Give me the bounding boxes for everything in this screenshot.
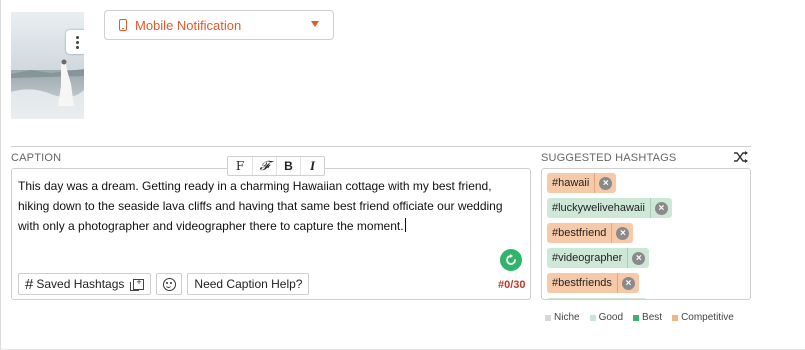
- phone-icon: [119, 19, 127, 31]
- caption-heading: CAPTION: [11, 152, 62, 164]
- suggested-hashtags-heading: SUGGESTED HASHTAGS: [541, 152, 677, 164]
- legend-swatch: [633, 314, 640, 321]
- format-italic-button[interactable]: I: [300, 157, 324, 175]
- legend-label: Good: [598, 312, 624, 323]
- post-thumbnail[interactable]: [11, 12, 84, 119]
- legend-swatch: [545, 314, 551, 321]
- legend-label: Best: [642, 312, 663, 323]
- caption-toolbar: # Saved Hashtags Need Caption Help?: [18, 273, 310, 295]
- hashtag-legend: Niche Good Best Competitive: [545, 312, 734, 323]
- remove-hashtag-button[interactable]: ×: [594, 173, 616, 193]
- legend-item-best: Best: [633, 312, 662, 323]
- hashtag-label: #videographer: [552, 252, 623, 264]
- close-icon: ×: [599, 176, 613, 190]
- hashtag-chip[interactable]: #bestfriend ×: [547, 223, 634, 243]
- legend-label: Competitive: [681, 312, 734, 323]
- remove-hashtag-button[interactable]: ×: [627, 248, 649, 268]
- hashtag-counter: #0/30: [498, 279, 526, 291]
- hashtag-label: #bestfriend: [552, 227, 607, 239]
- saved-hashtags-button[interactable]: # Saved Hashtags: [18, 273, 152, 295]
- menu-dot-icon: [75, 35, 79, 39]
- remove-hashtag-button[interactable]: ×: [611, 223, 633, 243]
- hashtag-label: #bestfriends: [552, 277, 612, 289]
- hashtag-label: #luckywelivehawaii: [552, 202, 645, 214]
- refresh-icon: [506, 254, 516, 265]
- legend-label: Niche: [554, 312, 580, 323]
- panel-left-border: [0, 0, 1, 350]
- close-icon: ×: [621, 276, 635, 290]
- shuffle-icon[interactable]: [733, 150, 749, 164]
- format-script-button[interactable]: 𝓕: [252, 157, 276, 175]
- smiley-icon: [162, 277, 176, 291]
- hashtag-chip[interactable]: #bestfriends ×: [547, 273, 639, 293]
- hashtag-chip[interactable]: #videographer ×: [547, 248, 650, 268]
- remove-hashtag-button[interactable]: ×: [649, 198, 672, 218]
- menu-dot-icon: [75, 40, 79, 44]
- hashtag-chip[interactable]: #hawaii ×: [547, 173, 617, 193]
- platform-dropdown[interactable]: Mobile Notification: [104, 10, 334, 40]
- close-icon: ×: [616, 226, 630, 240]
- hashtag-label: #hawaii: [552, 177, 590, 189]
- caption-help-label: Need Caption Help?: [194, 277, 303, 291]
- close-icon: ×: [654, 201, 668, 215]
- legend-swatch: [589, 314, 596, 321]
- close-icon: ×: [632, 251, 646, 265]
- caption-editor[interactable]: This day was a dream. Getting ready in a…: [11, 168, 531, 300]
- text-format-toolbar: F 𝓕 B I: [227, 156, 325, 176]
- grammar-check-button[interactable]: [500, 249, 522, 271]
- section-divider: [11, 146, 751, 147]
- menu-dot-icon: [75, 45, 79, 49]
- hashtag-icon: #: [25, 275, 34, 293]
- legend-item-good: Good: [589, 312, 624, 323]
- remove-hashtag-button[interactable]: ×: [616, 273, 639, 293]
- text-cursor: [404, 218, 406, 232]
- thumbnail-menu-button[interactable]: [66, 30, 84, 54]
- hashtag-list: #hawaii × #luckywelivehawaii × #bestfrie…: [547, 173, 672, 299]
- caption-text[interactable]: This day was a dream. Getting ready in a…: [18, 176, 518, 236]
- add-collection-icon: [130, 277, 145, 291]
- platform-dropdown-label: Mobile Notification: [135, 17, 242, 33]
- chevron-down-icon: [311, 21, 319, 27]
- saved-hashtags-label: Saved Hashtags: [36, 277, 125, 291]
- caption-help-button[interactable]: Need Caption Help?: [187, 273, 310, 295]
- legend-swatch: [672, 314, 679, 321]
- legend-item-niche: Niche: [545, 312, 580, 323]
- format-bold-button[interactable]: B: [276, 157, 300, 175]
- legend-item-competitive: Competitive: [672, 312, 734, 323]
- hashtag-chip[interactable]: #luckywelivehawaii ×: [547, 198, 672, 218]
- hashtag-chip-partial[interactable]: [547, 298, 647, 299]
- beach-photo: [11, 12, 84, 119]
- emoji-button[interactable]: [156, 273, 183, 295]
- suggested-hashtags-panel: #hawaii × #luckywelivehawaii × #bestfrie…: [541, 168, 751, 300]
- format-font-button[interactable]: F: [228, 157, 252, 175]
- caption-text-content: This day was a dream. Getting ready in a…: [18, 179, 503, 233]
